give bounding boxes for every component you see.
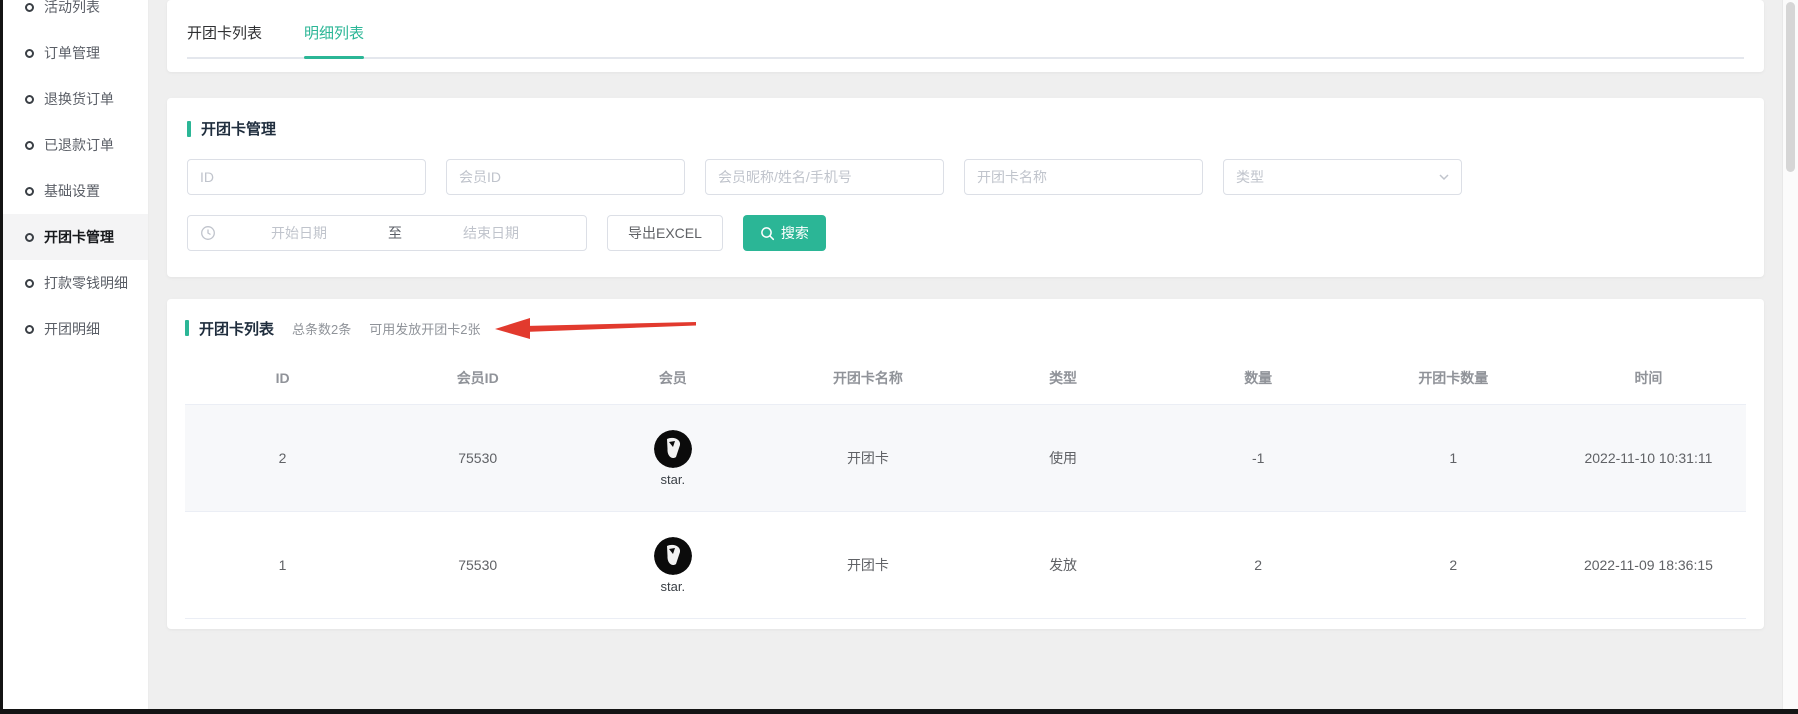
filter-section-title: 开团卡管理	[187, 118, 1744, 139]
circle-icon	[25, 187, 34, 196]
sidebar-item-order-management[interactable]: 订单管理	[3, 30, 148, 76]
col-quantity: 数量	[1161, 353, 1356, 405]
col-type: 类型	[966, 353, 1161, 405]
search-button-label: 搜索	[781, 223, 809, 243]
cell-quantity: 2	[1161, 512, 1356, 619]
sidebar-item-basic-settings[interactable]: 基础设置	[3, 168, 148, 214]
cell-member-id: 75530	[380, 512, 575, 619]
member-id-input[interactable]	[446, 159, 685, 195]
tab-label: 开团卡列表	[187, 25, 262, 42]
col-member: 会员	[575, 353, 770, 405]
col-card-name: 开团卡名称	[770, 353, 965, 405]
search-button[interactable]: 搜索	[743, 215, 826, 251]
member-avatar	[654, 430, 692, 468]
list-title-text: 开团卡列表	[199, 318, 274, 339]
sidebar-item-label: 开团卡管理	[44, 227, 114, 247]
type-select[interactable]: 类型	[1223, 159, 1462, 195]
circle-icon	[25, 325, 34, 334]
end-date-placeholder: 结束日期	[408, 223, 574, 243]
filter-title-text: 开团卡管理	[201, 118, 276, 139]
sidebar-item-label: 订单管理	[44, 43, 100, 63]
app-window: 活动列表 订单管理 退换货订单 已退款订单 基础设置 开团卡管理 打款零钱明细 …	[0, 0, 1798, 714]
cell-member: star.	[575, 512, 770, 619]
list-header: 开团卡列表 总条数2条 可用发放开团卡2张	[185, 315, 1746, 341]
type-select-placeholder: 类型	[1236, 167, 1264, 187]
cell-card-quantity: 2	[1356, 512, 1551, 619]
total-count-text: 总条数2条	[292, 319, 351, 338]
cell-type: 使用	[966, 405, 1161, 512]
circle-icon	[25, 49, 34, 58]
sidebar-item-card-management[interactable]: 开团卡管理	[3, 214, 148, 260]
member-name-input[interactable]	[705, 159, 944, 195]
sidebar-item-group-detail[interactable]: 开团明细	[3, 306, 148, 352]
clock-icon	[200, 225, 216, 241]
table-header-row: ID 会员ID 会员 开团卡名称 类型 数量 开团卡数量 时间	[185, 353, 1746, 405]
circle-icon	[25, 233, 34, 242]
cell-card-name: 开团卡	[770, 405, 965, 512]
col-time: 时间	[1551, 353, 1746, 405]
sidebar-item-activity-list[interactable]: 活动列表	[3, 0, 148, 30]
sidebar-item-label: 开团明细	[44, 319, 100, 339]
tab-card-list[interactable]: 开团卡列表	[187, 18, 262, 57]
red-arrow-annotation	[494, 315, 699, 341]
col-member-id: 会员ID	[380, 353, 575, 405]
sidebar-item-label: 退换货订单	[44, 89, 114, 109]
cell-time: 2022-11-09 18:36:15	[1551, 512, 1746, 619]
start-date-placeholder: 开始日期	[216, 223, 382, 243]
cell-member: star.	[575, 405, 770, 512]
export-excel-button[interactable]: 导出EXCEL	[607, 215, 723, 251]
table-row: 1 75530 star.	[185, 512, 1746, 619]
accent-bar	[187, 121, 191, 137]
list-section-title: 开团卡列表	[185, 318, 274, 339]
table-card: 开团卡列表 总条数2条 可用发放开团卡2张 ID 会员ID 会员 开团卡名称 类	[167, 299, 1764, 629]
sidebar-item-label: 已退款订单	[44, 135, 114, 155]
card-detail-table: ID 会员ID 会员 开团卡名称 类型 数量 开团卡数量 时间 2 75530	[185, 353, 1746, 619]
sidebar-item-label: 基础设置	[44, 181, 100, 201]
circle-icon	[25, 3, 34, 12]
col-id: ID	[185, 353, 380, 405]
circle-icon	[25, 279, 34, 288]
cell-quantity: -1	[1161, 405, 1356, 512]
vertical-scrollbar[interactable]	[1782, 0, 1798, 714]
sidebar-item-label: 打款零钱明细	[44, 273, 128, 293]
chevron-down-icon	[1437, 170, 1451, 184]
table-row: 2 75530 star.	[185, 405, 1746, 512]
sidebar-item-payment-detail[interactable]: 打款零钱明细	[3, 260, 148, 306]
search-icon	[760, 226, 775, 241]
sidebar-menu: 活动列表 订单管理 退换货订单 已退款订单 基础设置 开团卡管理 打款零钱明细 …	[3, 0, 148, 352]
scrollbar-thumb[interactable]	[1786, 2, 1795, 172]
sidebar-item-label: 活动列表	[44, 0, 100, 17]
card-name-input[interactable]	[964, 159, 1203, 195]
circle-icon	[25, 95, 34, 104]
circle-icon	[25, 141, 34, 150]
tab-detail-list[interactable]: 明细列表	[304, 18, 364, 57]
main-content: 开团卡列表 明细列表 开团卡管理 类型	[149, 0, 1782, 714]
tab-label: 明细列表	[304, 25, 364, 42]
cell-member-id: 75530	[380, 405, 575, 512]
sidebar-item-return-orders[interactable]: 退换货订单	[3, 76, 148, 122]
cell-card-quantity: 1	[1356, 405, 1551, 512]
accent-bar	[185, 320, 189, 336]
id-input[interactable]	[187, 159, 426, 195]
tabs-card: 开团卡列表 明细列表	[167, 0, 1764, 72]
sidebar-item-refunded-orders[interactable]: 已退款订单	[3, 122, 148, 168]
member-name: star.	[661, 579, 686, 594]
col-card-quantity: 开团卡数量	[1356, 353, 1551, 405]
cell-id: 2	[185, 405, 380, 512]
date-separator: 至	[382, 223, 408, 243]
tab-nav: 开团卡列表 明细列表	[187, 0, 1744, 59]
sidebar: 活动列表 订单管理 退换货订单 已退款订单 基础设置 开团卡管理 打款零钱明细 …	[3, 0, 149, 714]
member-avatar	[654, 537, 692, 575]
filter-inputs-row: 类型	[187, 159, 1744, 195]
cell-time: 2022-11-10 10:31:11	[1551, 405, 1746, 512]
cell-id: 1	[185, 512, 380, 619]
window-bottom-border	[0, 709, 1798, 714]
member-name: star.	[661, 472, 686, 487]
available-count-text: 可用发放开团卡2张	[369, 319, 480, 338]
cell-type: 发放	[966, 512, 1161, 619]
cell-card-name: 开团卡	[770, 512, 965, 619]
date-range-picker[interactable]: 开始日期 至 结束日期	[187, 215, 587, 251]
filter-actions-row: 开始日期 至 结束日期 导出EXCEL 搜索	[187, 215, 1744, 251]
filter-card: 开团卡管理 类型 开始日期 至 结束日期 导出EXCEL	[167, 98, 1764, 277]
